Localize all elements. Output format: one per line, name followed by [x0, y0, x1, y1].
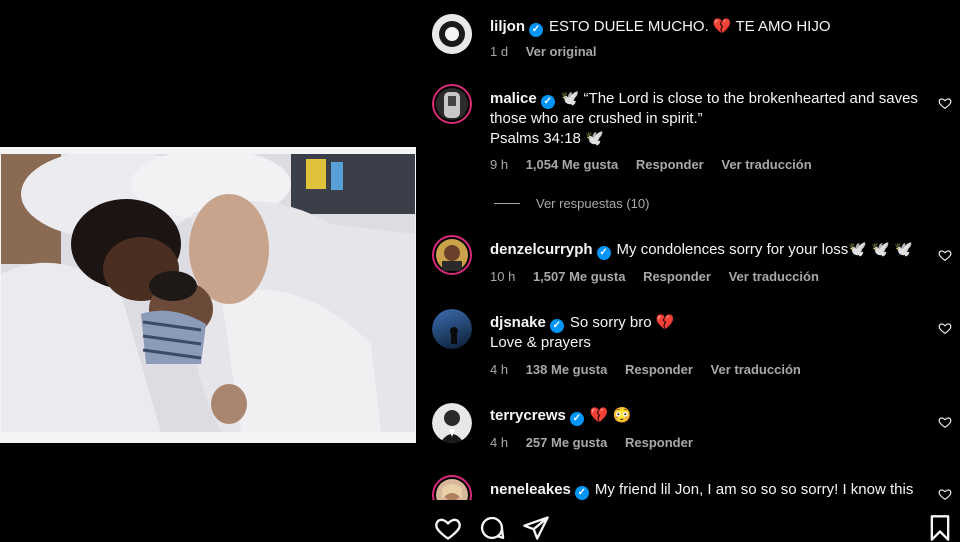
username-liljon[interactable]: liljon: [490, 18, 525, 35]
heart-icon[interactable]: [938, 487, 952, 501]
comment-denzelcurryph-meta: 10 h 1,507 Me gusta Responder Ver traduc…: [490, 268, 833, 286]
replies-divider: [494, 203, 520, 204]
comment-djsnake-meta: 4 h 138 Me gusta Responder Ver traducció…: [490, 361, 815, 379]
comment-icon[interactable]: [478, 514, 506, 542]
avatar-liljon[interactable]: [432, 14, 472, 54]
translate-link[interactable]: Ver traducción: [721, 157, 811, 172]
view-replies-toggle[interactable]: Ver respuestas (10): [494, 196, 649, 211]
comment-terrycrews-meta: 4 h 257 Me gusta Responder: [490, 434, 707, 452]
bookmark-icon[interactable]: [926, 514, 954, 542]
translate-link[interactable]: Ver traducción: [711, 362, 801, 377]
verified-badge-icon: ✓: [596, 246, 611, 260]
reply-button[interactable]: Responder: [625, 435, 693, 450]
photo-illustration: [1, 154, 415, 432]
comment-neneleakes-line1: neneleakes ✓ My friend lil Jon, I am so so…: [490, 480, 913, 500]
heart-icon[interactable]: [434, 514, 462, 542]
reply-button[interactable]: Responder: [643, 269, 711, 284]
post-action-bar: [416, 500, 960, 542]
reply-button[interactable]: Responder: [625, 362, 693, 377]
see-original-link[interactable]: Ver original: [526, 44, 597, 59]
verified-badge-icon: ✓: [529, 23, 543, 37]
caption-row: liljon ✓ ESTO DUELE MUCHO. 💔 TE AMO HIJO: [490, 17, 831, 37]
post-photo[interactable]: [0, 147, 416, 443]
username-terrycrews[interactable]: terrycrews: [490, 407, 566, 424]
comment-malice-meta: 9 h 1,054 Me gusta Responder Ver traducc…: [490, 156, 826, 174]
post-media-pane: [0, 0, 416, 540]
heart-icon[interactable]: [938, 321, 952, 335]
comment-time: 4 h: [490, 362, 509, 377]
comment-text: 💔 😳: [589, 407, 632, 424]
avatar-denzelcurryph[interactable]: [432, 235, 472, 275]
comment-text: My condolences sorry for your loss🕊️ 🕊️ …: [616, 241, 913, 258]
comment-terrycrews-line1: terrycrews ✓ 💔 😳: [490, 406, 631, 426]
avatar-djsnake[interactable]: [432, 309, 472, 349]
like-count[interactable]: 1,507 Me gusta: [533, 269, 626, 284]
heart-icon[interactable]: [938, 248, 952, 262]
comment-malice-line2: those who are crushed in spirit.”: [490, 110, 703, 127]
reply-button[interactable]: Responder: [636, 157, 704, 172]
comments-pane: liljon ✓ ESTO DUELE MUCHO. 💔 TE AMO HIJO 1…: [416, 0, 960, 542]
heart-icon[interactable]: [938, 96, 952, 110]
like-count[interactable]: 138 Me gusta: [526, 362, 608, 377]
avatar-malice[interactable]: [432, 84, 472, 124]
comment-time: 4 h: [490, 435, 509, 450]
comment-denzelcurryph-line1: denzelcurryph ✓ My condolences sorry for y…: [490, 240, 913, 260]
username-neneleakes[interactable]: neneleakes: [490, 481, 571, 498]
comment-text: 🕊️ “The Lord is close to the brokenheart…: [560, 90, 918, 107]
comment-text: My friend lil Jon, I am so so so sorry! …: [594, 481, 914, 498]
comment-malice-line1: malice ✓ 🕊️ “The Lord is close to the brok…: [490, 89, 918, 109]
comment-malice-line3: Psalms 34:18 🕊️: [490, 130, 604, 147]
verified-badge-icon: ✓: [574, 486, 589, 500]
like-count[interactable]: 1,054 Me gusta: [526, 157, 619, 172]
heart-icon[interactable]: [938, 415, 952, 429]
comment-djsnake-line1: djsnake ✓ So sorry bro 💔: [490, 313, 674, 333]
username-denzelcurryph[interactable]: denzelcurryph: [490, 241, 593, 258]
comment-djsnake-line2: Love & prayers: [490, 334, 591, 351]
translate-link[interactable]: Ver traducción: [729, 269, 819, 284]
caption-text: ESTO DUELE MUCHO. 💔 TE AMO HIJO: [549, 18, 831, 35]
comment-time: 9 h: [490, 157, 509, 172]
view-replies-label: Ver respuestas (10): [536, 196, 650, 211]
avatar-terrycrews[interactable]: [432, 403, 472, 443]
verified-badge-icon: ✓: [569, 412, 584, 426]
photo-content: [1, 154, 415, 432]
username-djsnake[interactable]: djsnake: [490, 314, 546, 331]
comment-text: So sorry bro 💔: [569, 314, 675, 331]
verified-badge-icon: ✓: [549, 319, 564, 333]
like-count[interactable]: 257 Me gusta: [526, 435, 608, 450]
username-malice[interactable]: malice: [490, 90, 537, 107]
comment-time: 10 h: [490, 269, 516, 284]
verified-badge-icon: ✓: [540, 95, 555, 109]
caption-meta: 1 d Ver original: [490, 43, 611, 61]
share-icon[interactable]: [522, 514, 550, 542]
post-time: 1 d: [490, 44, 509, 59]
